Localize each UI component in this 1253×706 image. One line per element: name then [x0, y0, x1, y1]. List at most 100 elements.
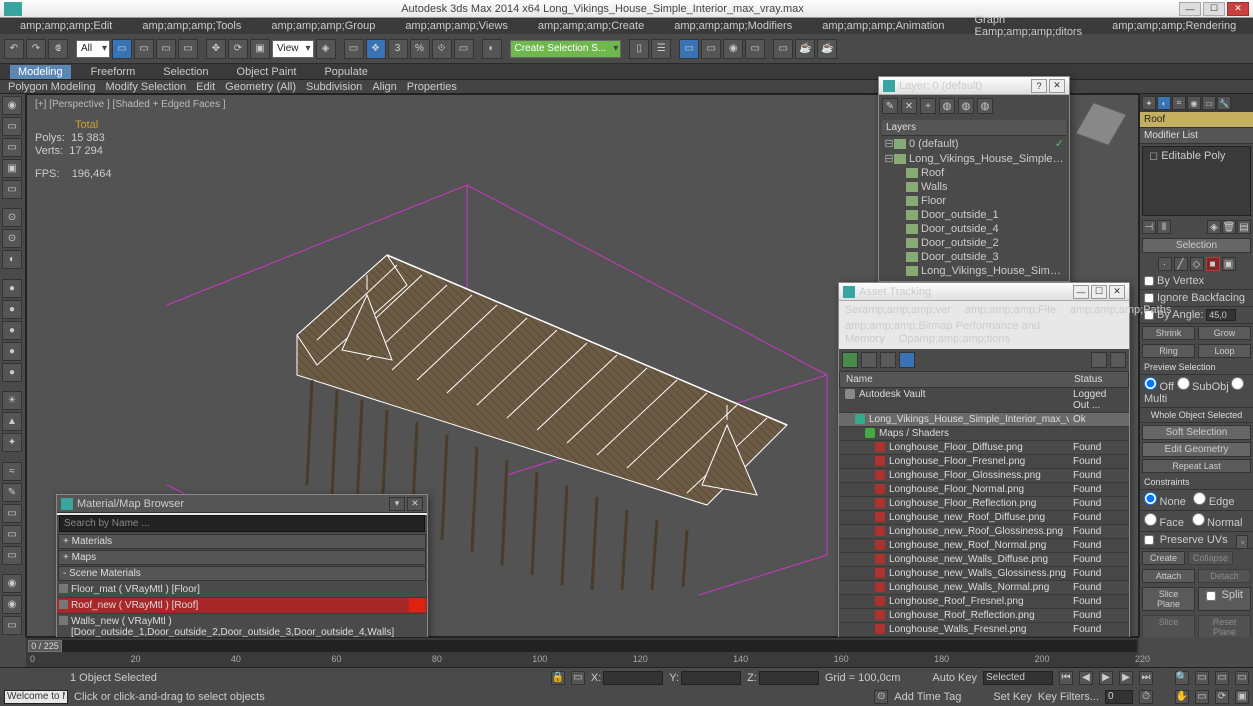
mat-close-button[interactable]: ✕: [407, 497, 423, 511]
ribbon-subtab[interactable]: Properties: [407, 81, 457, 93]
menu-item[interactable]: Graph Eamp;amp;amp;ditors: [975, 14, 1083, 38]
left-tool-button[interactable]: ▭: [2, 180, 22, 199]
ignore-backfacing-checkbox[interactable]: [1144, 293, 1154, 303]
mat-section[interactable]: + Materials: [58, 534, 426, 549]
create-tab[interactable]: ✦: [1142, 96, 1156, 110]
mat-opt-button[interactable]: ▾: [389, 497, 405, 511]
layer-item[interactable]: ⊟Long_Vikings_House_Simple_Interior: [882, 151, 1066, 166]
ribbon-subtab[interactable]: Modify Selection: [105, 81, 186, 93]
asset-max-button[interactable]: ☐: [1091, 285, 1107, 299]
asset-refresh-button[interactable]: [842, 352, 858, 368]
snap-toggle-button[interactable]: ❖: [366, 39, 386, 59]
ref-coord-dropdown[interactable]: View: [272, 40, 314, 58]
asset-row[interactable]: Longhouse_Floor_Reflection.pngFound: [839, 497, 1129, 511]
layers-button[interactable]: ☰: [651, 39, 671, 59]
preview-off-radio[interactable]: [1144, 377, 1157, 390]
left-tool-button[interactable]: ●: [2, 321, 22, 340]
z-coord-input[interactable]: [759, 671, 819, 685]
asset-menu-item[interactable]: amp;amp;amp;Paths: [1070, 304, 1172, 316]
left-tool-button[interactable]: ▣: [2, 159, 22, 178]
maxscript-listener[interactable]: [4, 690, 68, 704]
asset-row[interactable]: Longhouse_Floor_Fresnel.pngFound: [839, 455, 1129, 469]
asset-row[interactable]: Longhouse_new_Walls_Diffuse.pngFound: [839, 553, 1129, 567]
left-tool-button[interactable]: ◉: [2, 574, 22, 593]
mat-section[interactable]: + Maps: [58, 550, 426, 565]
next-frame-button[interactable]: ▶: [1119, 671, 1133, 685]
ribbon-tab[interactable]: Freeform: [83, 65, 144, 79]
detach-button[interactable]: Detach: [1198, 569, 1251, 583]
constraint-face-radio[interactable]: [1144, 513, 1157, 526]
selection-filter-dropdown[interactable]: All: [76, 40, 110, 58]
schematic-button[interactable]: ▭: [701, 39, 721, 59]
nav-zoomall-button[interactable]: ▭: [1195, 671, 1209, 685]
slice-button[interactable]: Slice: [1142, 615, 1195, 637]
left-tool-button[interactable]: ◉: [2, 595, 22, 614]
nav-fov-button[interactable]: ▭: [1235, 671, 1249, 685]
layer-item[interactable]: Roof: [882, 166, 1066, 180]
goto-end-button[interactable]: ⏭: [1139, 671, 1153, 685]
modifier-stack[interactable]: ◻ Editable Poly: [1142, 146, 1251, 216]
left-tool-button[interactable]: ▲: [2, 412, 22, 431]
show-result-button[interactable]: Ⅱ: [1157, 220, 1171, 234]
ribbon-tab[interactable]: Selection: [155, 65, 216, 79]
element-subobj[interactable]: ▣: [1222, 257, 1236, 271]
slice-plane-button[interactable]: Slice Plane: [1142, 587, 1195, 611]
asset-close-button[interactable]: ✕: [1109, 285, 1125, 299]
constraint-normal-radio[interactable]: [1192, 513, 1205, 526]
preview-multi-radio[interactable]: [1231, 377, 1244, 390]
time-config-button[interactable]: ⏱: [1139, 690, 1153, 704]
ribbon-tab[interactable]: Modeling: [10, 65, 71, 79]
material-editor-button[interactable]: ◉: [723, 39, 743, 59]
left-tool-button[interactable]: ✦: [2, 433, 22, 452]
maximize-button[interactable]: ☐: [1203, 2, 1225, 16]
asset-menu-item[interactable]: amp;amp;amp;File: [965, 304, 1056, 316]
collapse-button[interactable]: Collapse: [1188, 551, 1233, 565]
create-button[interactable]: Create: [1142, 551, 1185, 565]
edit-geometry-rollout[interactable]: Edit Geometry: [1142, 442, 1251, 457]
rotate-button[interactable]: ⟳: [228, 39, 248, 59]
curve-editor-button[interactable]: ▭: [679, 39, 699, 59]
render-iter-button[interactable]: ☕: [817, 39, 837, 59]
layer-hide-button[interactable]: ◍: [977, 98, 993, 114]
modify-tab[interactable]: ◐: [1157, 96, 1171, 110]
reset-plane-button[interactable]: Reset Plane: [1198, 615, 1251, 637]
pivot-button[interactable]: ◈: [316, 39, 336, 59]
current-frame-input[interactable]: [1105, 690, 1133, 704]
asset-menu-item[interactable]: Opamp;amp;amp;tions: [899, 333, 1010, 345]
layer-item[interactable]: ⊟0 (default)✓: [882, 136, 1066, 151]
asset-row[interactable]: Maps / Shaders: [839, 427, 1129, 441]
mat-item[interactable]: Roof_new ( VRayMtl ) [Roof]: [57, 598, 427, 614]
autokey-button[interactable]: Auto Key: [932, 672, 977, 684]
layer-item[interactable]: Door_outside_3: [882, 250, 1066, 264]
left-tool-button[interactable]: ▭: [2, 504, 22, 523]
ribbon-tab[interactable]: Object Paint: [229, 65, 305, 79]
abs-rel-button[interactable]: ▭: [571, 671, 585, 685]
render-frame-button[interactable]: ▭: [773, 39, 793, 59]
left-tool-button[interactable]: ⊙: [2, 208, 22, 227]
layer-new-button[interactable]: ✎: [882, 98, 898, 114]
select-name-button[interactable]: ▭: [134, 39, 154, 59]
select-paint-button[interactable]: ▭: [178, 39, 198, 59]
asset-row[interactable]: Longhouse_new_Walls_Normal.pngFound: [839, 581, 1129, 595]
asset-row[interactable]: Longhouse_Floor_Normal.pngFound: [839, 483, 1129, 497]
nav-orbit-button[interactable]: ⟳: [1215, 690, 1229, 704]
menu-item[interactable]: amp;amp;amp;Tools: [142, 20, 241, 32]
angle-snap-button[interactable]: 3: [388, 39, 408, 59]
key-filters-button[interactable]: Key Filters...: [1038, 691, 1099, 703]
left-tool-button[interactable]: ⊙: [2, 229, 22, 248]
display-tab[interactable]: ▭: [1202, 96, 1216, 110]
layer-item[interactable]: Door_outside_2: [882, 236, 1066, 250]
left-tool-button[interactable]: ▭: [2, 616, 22, 635]
layer-item[interactable]: Door_outside_4: [882, 222, 1066, 236]
left-tool-button[interactable]: ≈: [2, 462, 22, 481]
constraint-edge-radio[interactable]: [1193, 492, 1206, 505]
y-coord-input[interactable]: [681, 671, 741, 685]
asset-row[interactable]: Long_Vikings_House_Simple_Interior_max_v…: [839, 413, 1129, 427]
setkey-button[interactable]: Set Key: [993, 691, 1032, 703]
mat-item[interactable]: Floor_mat ( VRayMtl ) [Floor]: [57, 582, 427, 598]
layer-item[interactable]: Long_Vikings_House_Simple_Interior: [882, 264, 1066, 278]
by-angle-input[interactable]: [1206, 309, 1236, 321]
left-tool-button[interactable]: ☀: [2, 391, 22, 410]
layer-add-button[interactable]: +: [920, 98, 936, 114]
asset-row[interactable]: Longhouse_Roof_Reflection.pngFound: [839, 609, 1129, 623]
